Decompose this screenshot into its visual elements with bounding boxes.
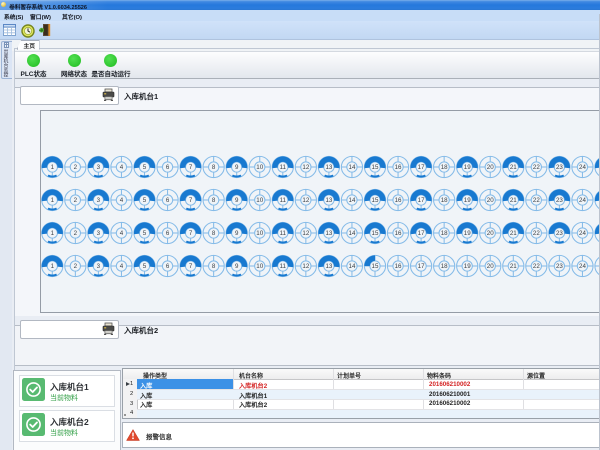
svg-text:14: 14 [349,197,356,204]
svg-text:11: 11 [280,230,287,237]
svg-text:15: 15 [372,197,379,204]
svg-text:21: 21 [510,197,517,204]
svg-text:10: 10 [256,197,263,204]
svg-text:1: 1 [51,263,55,270]
svg-text:9: 9 [235,164,239,171]
svg-text:7: 7 [189,230,193,237]
svg-text:12: 12 [302,197,309,204]
svg-text:7: 7 [189,263,193,270]
svg-text:11: 11 [280,164,287,171]
svg-text:9: 9 [235,263,239,270]
svg-text:19: 19 [464,263,471,270]
svg-text:11: 11 [280,263,287,270]
svg-text:7: 7 [189,197,193,204]
svg-text:18: 18 [441,230,448,237]
svg-text:14: 14 [349,230,356,237]
svg-text:9: 9 [235,230,239,237]
svg-text:15: 15 [372,164,379,171]
svg-text:10: 10 [256,263,263,270]
svg-text:18: 18 [441,263,448,270]
svg-text:10: 10 [256,230,263,237]
svg-text:22: 22 [533,230,540,237]
svg-text:24: 24 [579,197,586,204]
svg-text:3: 3 [97,263,101,270]
svg-text:10: 10 [256,164,263,171]
svg-text:8: 8 [212,263,216,270]
svg-text:4: 4 [120,197,124,204]
svg-text:16: 16 [395,230,402,237]
svg-text:12: 12 [302,263,309,270]
svg-text:16: 16 [395,164,402,171]
svg-text:20: 20 [487,230,494,237]
svg-text:11: 11 [280,197,287,204]
svg-text:8: 8 [212,197,216,204]
svg-text:15: 15 [372,263,379,270]
svg-text:13: 13 [325,230,332,237]
svg-text:14: 14 [349,263,356,270]
svg-text:21: 21 [510,230,517,237]
svg-text:7: 7 [189,164,193,171]
svg-text:5: 5 [143,230,147,237]
svg-text:6: 6 [166,230,170,237]
svg-text:14: 14 [349,164,356,171]
svg-text:17: 17 [418,263,425,270]
svg-text:2: 2 [74,263,78,270]
svg-text:16: 16 [395,263,402,270]
svg-text:15: 15 [372,230,379,237]
svg-text:20: 20 [487,197,494,204]
svg-text:18: 18 [441,197,448,204]
svg-text:16: 16 [395,197,402,204]
svg-text:2: 2 [74,230,78,237]
svg-text:6: 6 [166,263,170,270]
svg-text:1: 1 [51,197,55,204]
svg-text:20: 20 [487,164,494,171]
svg-text:24: 24 [579,263,586,270]
svg-text:3: 3 [97,164,101,171]
svg-text:21: 21 [510,263,517,270]
svg-text:13: 13 [325,263,332,270]
svg-text:5: 5 [143,263,147,270]
svg-text:12: 12 [302,164,309,171]
svg-text:22: 22 [533,164,540,171]
svg-text:23: 23 [556,197,563,204]
svg-text:19: 19 [464,230,471,237]
svg-text:23: 23 [556,263,563,270]
svg-text:5: 5 [143,164,147,171]
svg-text:6: 6 [166,197,170,204]
svg-text:1: 1 [51,230,55,237]
svg-text:4: 4 [120,263,124,270]
svg-text:4: 4 [120,164,124,171]
svg-text:6: 6 [166,164,170,171]
svg-text:19: 19 [464,164,471,171]
svg-text:19: 19 [464,197,471,204]
svg-text:23: 23 [556,164,563,171]
svg-text:8: 8 [212,164,216,171]
svg-text:17: 17 [418,164,425,171]
svg-text:17: 17 [418,230,425,237]
svg-text:4: 4 [120,230,124,237]
svg-text:5: 5 [143,197,147,204]
svg-text:24: 24 [579,164,586,171]
svg-text:8: 8 [212,230,216,237]
svg-text:21: 21 [510,164,517,171]
svg-text:1: 1 [51,164,55,171]
svg-text:24: 24 [579,230,586,237]
svg-text:22: 22 [533,197,540,204]
svg-text:22: 22 [533,263,540,270]
svg-text:9: 9 [235,197,239,204]
svg-text:20: 20 [487,263,494,270]
svg-text:3: 3 [97,230,101,237]
svg-text:13: 13 [325,164,332,171]
svg-text:18: 18 [441,164,448,171]
svg-text:23: 23 [556,230,563,237]
svg-text:17: 17 [418,197,425,204]
svg-text:2: 2 [74,164,78,171]
svg-text:3: 3 [97,197,101,204]
svg-text:13: 13 [325,197,332,204]
svg-text:2: 2 [74,197,78,204]
svg-text:12: 12 [302,230,309,237]
